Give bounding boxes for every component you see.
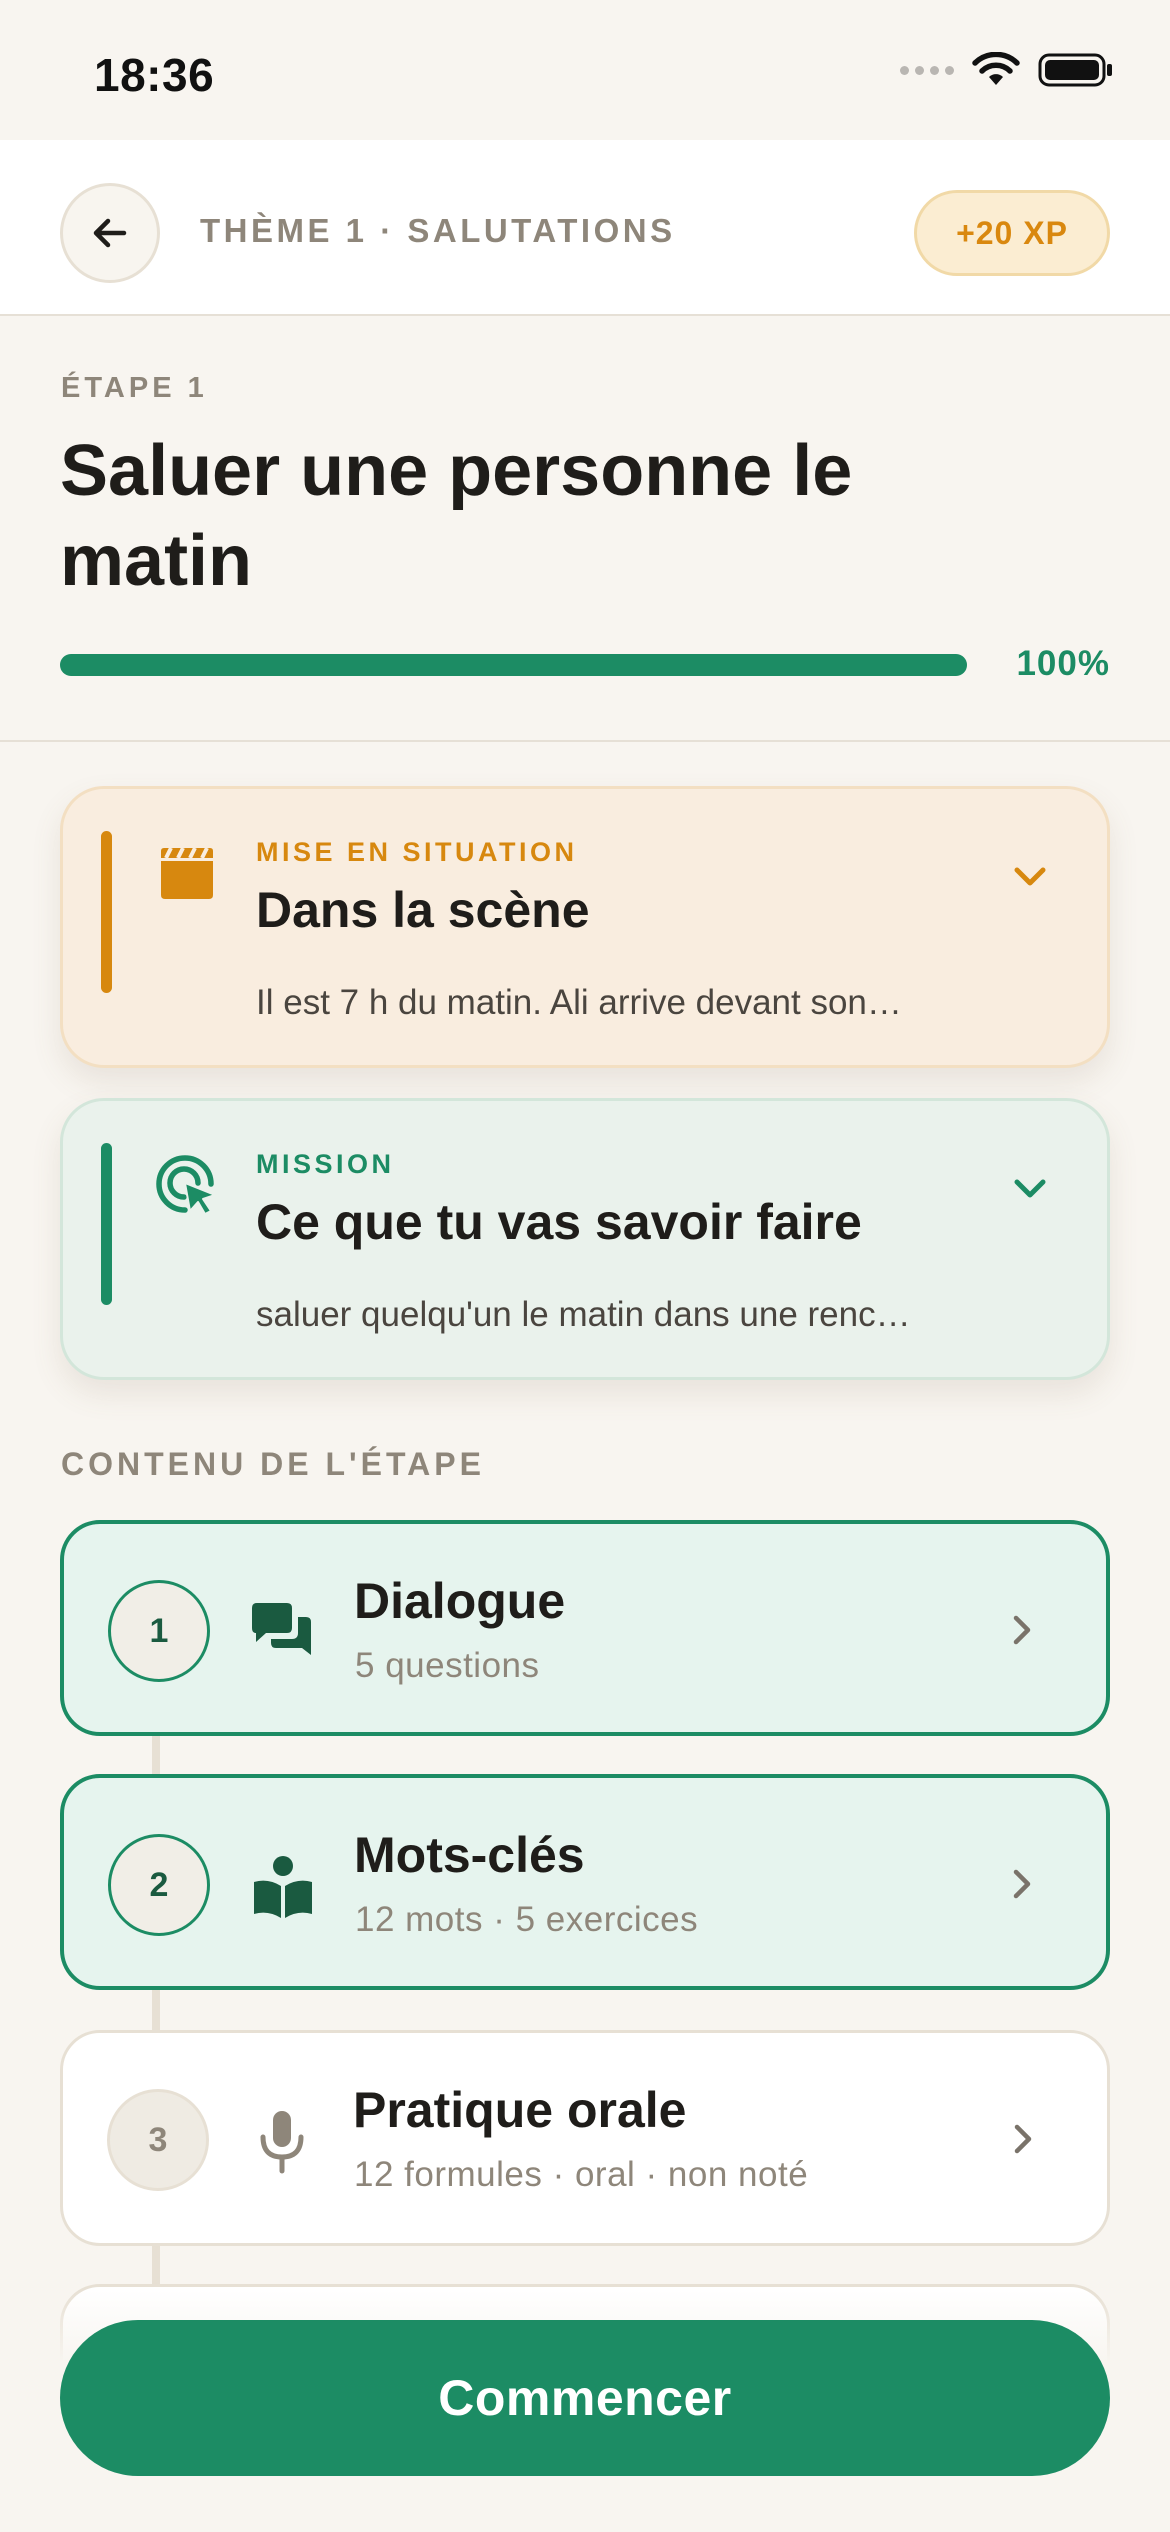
chevron-right-icon xyxy=(1014,2124,1032,2154)
item-title: Dialogue xyxy=(354,1573,566,1629)
item-subtitle: 12 formules · oral · non noté xyxy=(354,2155,809,2194)
target-icon xyxy=(156,1155,216,1215)
mission-card[interactable]: MISSION Ce que tu vas savoir faire salue… xyxy=(60,1098,1110,1380)
card-title: Ce que tu vas savoir faire xyxy=(256,1194,862,1250)
status-icons xyxy=(900,52,1114,88)
item-subtitle: 5 questions xyxy=(355,1646,540,1685)
step-connector xyxy=(152,1986,160,2034)
step-section: ÉTAPE 1 Saluer une personne le matin 100… xyxy=(0,316,1170,742)
accent-bar xyxy=(101,831,112,993)
item-number: 1 xyxy=(108,1580,210,1682)
microphone-icon xyxy=(260,2111,304,2174)
back-button[interactable] xyxy=(60,183,160,283)
content-item-mots-cles[interactable]: 2 Mots-clés 12 mots · 5 exercices xyxy=(60,1774,1110,1990)
step-connector xyxy=(152,1732,160,1780)
content-item-pratique-orale[interactable]: 3 Pratique orale 12 formules · oral · no… xyxy=(60,2030,1110,2246)
item-title: Mots-clés xyxy=(354,1827,585,1883)
status-bar: 18:36 xyxy=(0,0,1170,140)
book-reader-icon xyxy=(254,1856,312,1918)
chat-icon xyxy=(252,1603,311,1655)
cellular-signal-icon xyxy=(900,65,954,75)
scene-card[interactable]: MISE EN SITUATION Dans la scène Il est 7… xyxy=(60,786,1110,1068)
card-description: saluer quelqu'un le matin dans une renc… xyxy=(256,1295,911,1334)
clapperboard-icon xyxy=(161,847,213,899)
step-title: Saluer une personne le matin xyxy=(60,431,853,601)
lesson-header: THÈME 1 · SALUTATIONS +20 XP xyxy=(0,140,1170,316)
contents-label: CONTENU DE L'ÉTAPE xyxy=(61,1446,485,1482)
xp-badge: +20 XP xyxy=(914,190,1110,276)
header-title: THÈME 1 · SALUTATIONS xyxy=(200,212,676,249)
chevron-right-icon xyxy=(1013,1615,1031,1645)
item-title: Pratique orale xyxy=(353,2082,687,2138)
chevron-right-icon xyxy=(1013,1869,1031,1899)
screen: 18:36 THÈME 1 · SALUTATIONS +20 XP ÉTAPE… xyxy=(0,0,1170,2532)
wifi-icon xyxy=(972,52,1020,85)
progress-bar xyxy=(60,654,967,676)
card-title: Dans la scène xyxy=(256,882,590,938)
item-subtitle: 12 mots · 5 exercices xyxy=(355,1900,699,1939)
status-time: 18:36 xyxy=(94,49,215,101)
progress-fill xyxy=(60,654,967,676)
arrow-left-icon xyxy=(93,218,127,248)
battery-icon xyxy=(1038,53,1112,87)
item-number: 3 xyxy=(107,2089,209,2191)
progress-percent: 100% xyxy=(1016,644,1110,683)
chevron-down-icon[interactable] xyxy=(1009,1167,1051,1209)
step-label: ÉTAPE 1 xyxy=(61,372,208,404)
card-description: Il est 7 h du matin. Ali arrive devant s… xyxy=(256,983,902,1022)
card-kicker: MISSION xyxy=(256,1149,395,1179)
accent-bar xyxy=(101,1143,112,1305)
item-number: 2 xyxy=(108,1834,210,1936)
card-kicker: MISE EN SITUATION xyxy=(256,837,578,867)
start-button[interactable]: Commencer xyxy=(60,2320,1110,2476)
chevron-down-icon[interactable] xyxy=(1009,855,1051,897)
content-item-dialogue[interactable]: 1 Dialogue 5 questions xyxy=(60,1520,1110,1736)
